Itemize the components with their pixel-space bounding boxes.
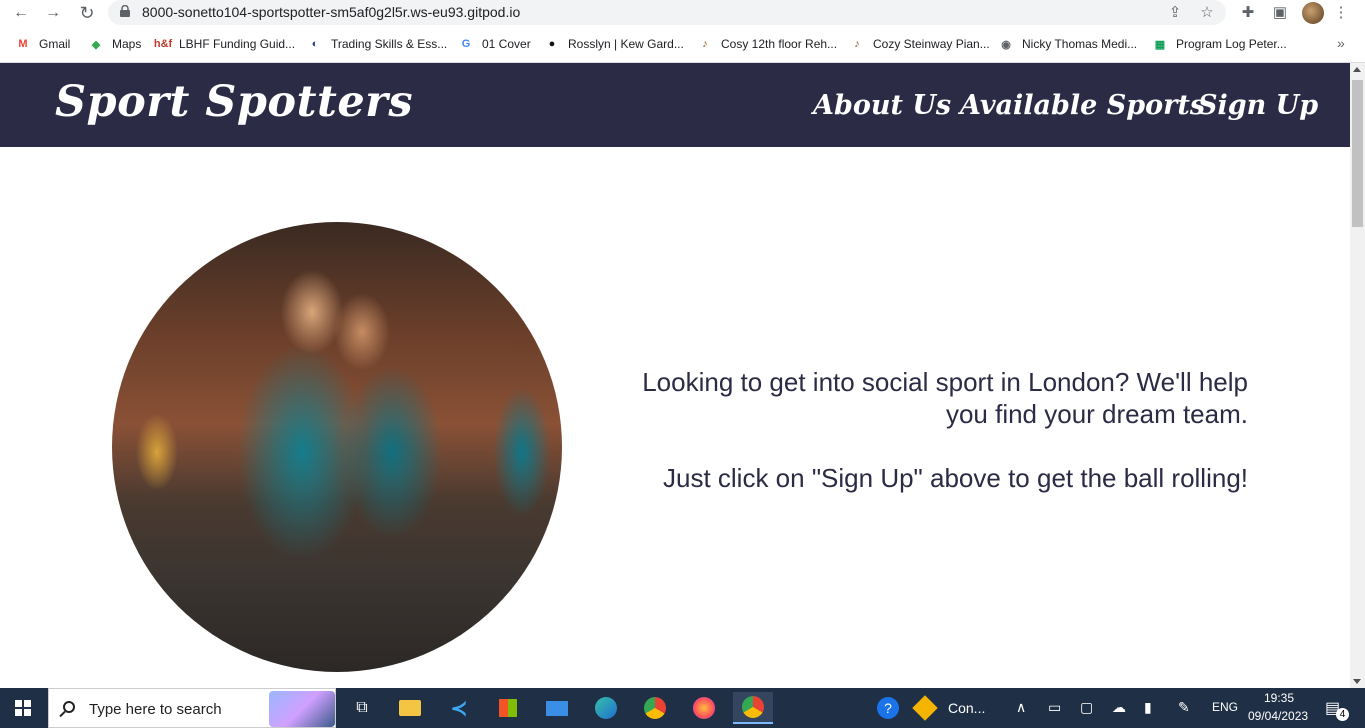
pen-icon[interactable]: ✎ [1178,699,1190,716]
forward-icon[interactable]: → [41,2,65,24]
hero-image [112,222,562,672]
edge-icon[interactable] [586,692,626,724]
bookmark-item[interactable]: ▦ Program Log Peter... [1152,32,1287,56]
cloud-off-icon[interactable]: ☁ [1112,699,1126,716]
bookmark-label: Cosy 12th floor Reh... [721,37,838,51]
firefox-icon[interactable] [684,692,724,724]
mail-icon[interactable] [537,692,577,724]
taskbar-app-label: Con... [948,700,986,716]
bookmark-item[interactable]: ◆ Maps [88,32,142,56]
menu-kebab-icon[interactable]: ⋮ [1331,3,1351,23]
tray-chevron-icon[interactable]: ∧ [1016,699,1026,716]
music-icon: ♪ [702,38,708,50]
store-icon[interactable] [488,692,528,724]
share-icon[interactable]: ⇪ [1165,3,1185,23]
task-view-icon[interactable]: ⧉ [342,692,382,724]
meet-icon[interactable]: ▭ [1048,699,1061,716]
trading-icon: ◐ [311,38,319,50]
bookmark-item[interactable]: M Gmail [15,32,70,56]
address-row: ← → ↻ 8000-sonetto104-sportspotter-sm5af… [0,0,1365,28]
bookmarks-more-icon[interactable]: » [1337,35,1345,51]
site-logo[interactable]: Sport Spotters [55,77,413,127]
bookmark-item[interactable]: ◉ Nicky Thomas Medi... [998,32,1137,56]
bookmark-label: Nicky Thomas Medi... [1022,37,1138,51]
warning-icon [912,695,938,721]
nav-sign-up[interactable]: Sign Up [1198,90,1318,121]
scroll-thumb[interactable] [1352,80,1363,227]
gmail-icon: M [18,38,28,50]
vscode-icon[interactable]: ≺ [439,692,479,724]
nav-available-sports[interactable]: Available Sports [960,90,1205,121]
globe-icon: ◉ [1001,38,1011,51]
search-highlight-icon [269,691,335,727]
site-header: Sport Spotters About Us Available Sports… [0,63,1350,147]
side-panel-icon[interactable]: ▣ [1270,3,1290,23]
bookmark-label: LBHF Funding Guid... [179,37,296,51]
lock-icon [120,5,130,17]
bookmark-label: Cozy Steinway Pian... [873,37,990,51]
bookmark-star-icon[interactable]: ☆ [1197,3,1217,23]
bookmark-item[interactable]: ♪ Cozy Steinway Pian... [849,32,990,56]
chrome-profile-icon[interactable] [733,692,773,724]
taskbar-search[interactable]: Type here to search [48,688,336,728]
back-icon[interactable]: ← [9,2,33,24]
nav-about-us[interactable]: About Us [813,90,951,121]
url-text: 8000-sonetto104-sportspotter-sm5af0g2l5r… [142,4,521,20]
clock-time[interactable]: 19:35 [1264,691,1294,705]
scroll-up-icon[interactable] [1353,67,1361,72]
bookmarks-bar: M Gmail ◆ Maps h&f LBHF Funding Guid... ◐ Tradi… [0,32,1365,56]
bookmark-label: Rosslyn | Kew Gard... [568,37,684,51]
page-scrollbar[interactable] [1350,63,1365,688]
bookmark-item[interactable]: h&f LBHF Funding Guid... [153,32,296,56]
browser-chrome: ← → ↻ 8000-sonetto104-sportspotter-sm5af… [0,0,1365,63]
hero-text: Looking to get into social sport in Lond… [640,366,1248,526]
bookmark-label: Gmail [39,37,71,51]
scroll-down-icon[interactable] [1353,679,1361,684]
address-bar[interactable]: 8000-sonetto104-sportspotter-sm5af0g2l5r… [108,0,1226,25]
language-indicator[interactable]: ENG [1212,700,1238,714]
help-icon[interactable]: ? [868,692,908,724]
reload-icon[interactable]: ↻ [75,2,99,24]
bookmark-label: Maps [112,37,142,51]
profile-avatar[interactable] [1302,2,1324,24]
music-icon: ♪ [854,38,860,50]
bookmark-item[interactable]: G 01 Cover [458,32,531,56]
windows-taskbar: Type here to search ⧉ ≺ ? Con... ∧ ▭ ▢ ☁… [0,688,1365,728]
bookmark-item[interactable]: ♪ Cosy 12th floor Reh... [697,32,837,56]
hero-intro: Looking to get into social sport in Lond… [642,367,1248,429]
hf-icon: h&f [153,38,173,50]
bookmark-label: Program Log Peter... [1176,37,1287,51]
rosslyn-icon: ● [548,38,556,50]
search-placeholder: Type here to search [89,701,222,718]
clock-date[interactable]: 09/04/2023 [1248,709,1308,723]
extensions-icon[interactable]: ✚ [1238,3,1258,23]
maps-icon: ◆ [91,38,101,51]
display-icon[interactable]: ▢ [1080,699,1093,716]
hero-cta: Just click on "Sign Up" above to get the… [663,463,1248,493]
bookmark-label: 01 Cover [482,37,531,51]
sheets-icon: ▦ [1154,38,1166,51]
file-explorer-icon[interactable] [390,692,430,724]
battery-icon[interactable]: ▮ [1144,699,1152,716]
windows-start-icon[interactable] [15,700,31,716]
chrome-icon[interactable] [635,692,675,724]
bookmark-item[interactable]: ◐ Trading Skills & Ess... [307,32,448,56]
search-icon [63,701,75,713]
taskbar-app-con[interactable]: Con... [912,692,996,724]
notification-count: 4 [1336,708,1349,721]
bookmark-label: Trading Skills & Ess... [331,37,448,51]
google-icon: G [461,38,471,50]
bookmark-item[interactable]: ● Rosslyn | Kew Gard... [544,32,684,56]
